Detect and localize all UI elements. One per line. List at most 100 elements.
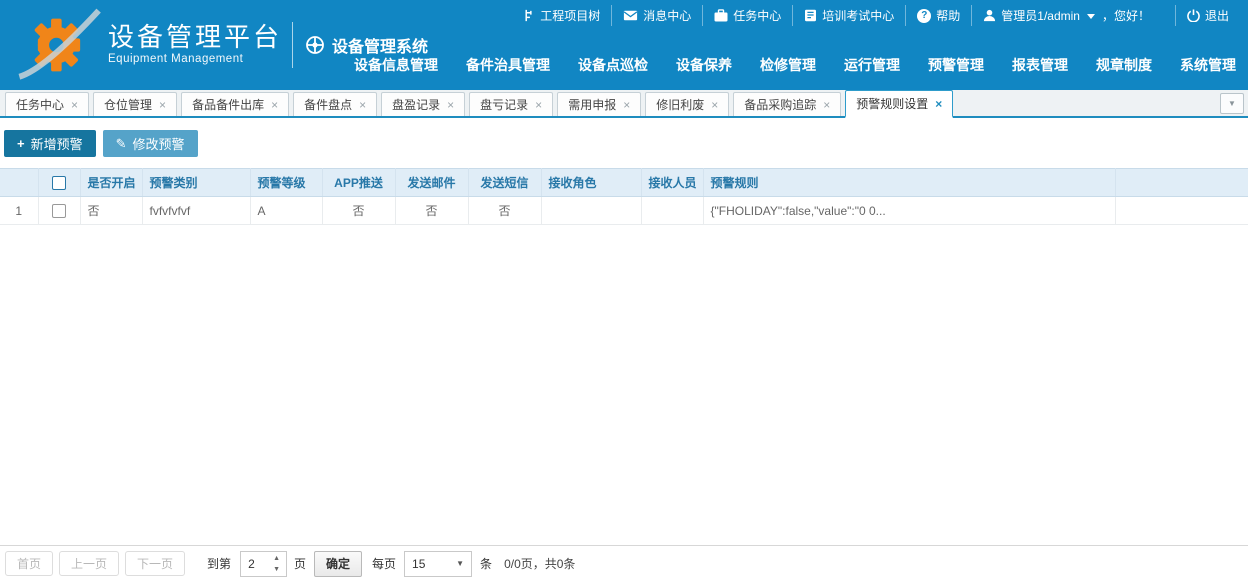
power-icon <box>1187 9 1200 22</box>
project-tree-link[interactable]: 工程项目树 <box>512 5 611 26</box>
table-row[interactable]: 1 否 fvfvfvfvf A 否 否 否 {"FHOLIDAY":false,… <box>0 197 1248 225</box>
next-page-button[interactable]: 下一页 <box>125 551 185 576</box>
pagination-bar: 首页 上一页 下一页 到第 ▲ ▼ 页 确定 每页 15 ▼ 条 0/0页，共0… <box>0 545 1248 581</box>
grid-header-row: 是否开启 预警类别 预警等级 APP推送 发送邮件 发送短信 接收角色 接收人员… <box>0 169 1248 197</box>
utility-bar: 工程项目树 消息中心 任务中心 <box>428 5 1240 26</box>
nav-regulations[interactable]: 规章制度 <box>1096 55 1152 75</box>
tab-overflow-button[interactable]: ▼ <box>1220 93 1244 114</box>
tab-close-icon[interactable]: × <box>711 99 718 111</box>
page-number-input[interactable] <box>241 552 267 576</box>
tab-label: 需用申报 <box>568 96 616 113</box>
tab-close-icon[interactable]: × <box>271 99 278 111</box>
tab-label: 备件盘点 <box>304 96 352 113</box>
tab-close-icon[interactable]: × <box>935 98 942 110</box>
plus-icon: + <box>17 136 25 151</box>
tab-label: 备品采购追踪 <box>744 96 816 113</box>
logo-text: 设备管理平台 Equipment Management <box>108 23 282 66</box>
select-all-checkbox[interactable] <box>52 176 66 190</box>
cell-recv-role <box>541 197 641 225</box>
warning-rules-grid: 是否开启 预警类别 预警等级 APP推送 发送邮件 发送短信 接收角色 接收人员… <box>0 168 1248 225</box>
pencil-icon: ✎ <box>116 136 127 152</box>
cell-category: fvfvfvfvf <box>142 197 250 225</box>
tab-demand-report[interactable]: 需用申报 × <box>557 92 641 116</box>
row-number: 1 <box>0 197 38 225</box>
select-caret-icon: ▼ <box>456 559 464 568</box>
book-icon <box>804 9 817 22</box>
tab-warning-rule-settings[interactable]: 预警规则设置 × <box>845 90 953 118</box>
tab-close-icon[interactable]: × <box>823 99 830 111</box>
col-recv-role: 接收角色 <box>541 169 641 197</box>
system-target-icon <box>305 35 325 55</box>
confirm-page-button[interactable]: 确定 <box>314 551 362 577</box>
task-center-link[interactable]: 任务中心 <box>702 5 792 26</box>
nav-reports[interactable]: 报表管理 <box>1012 55 1068 75</box>
col-category: 预警类别 <box>142 169 250 197</box>
toolbar: + 新增预警 ✎ 修改预警 <box>0 118 1248 168</box>
tab-surplus-record[interactable]: 盘盈记录 × <box>381 92 465 116</box>
col-app-push: APP推送 <box>322 169 395 197</box>
tab-task-center[interactable]: 任务中心 × <box>5 92 89 116</box>
tab-close-icon[interactable]: × <box>71 99 78 111</box>
nav-system[interactable]: 系统管理 <box>1180 55 1236 75</box>
add-warning-button[interactable]: + 新增预警 <box>4 130 96 157</box>
row-select-cell <box>38 197 80 225</box>
spinner-down-icon[interactable]: ▼ <box>273 566 280 573</box>
cell-filler <box>1115 197 1248 225</box>
col-recv-person: 接收人员 <box>641 169 703 197</box>
user-menu[interactable]: 管理员1/admin ，您好！ <box>971 5 1161 26</box>
tab-close-icon[interactable]: × <box>359 99 366 111</box>
tab-loss-record[interactable]: 盘亏记录 × <box>469 92 553 116</box>
nav-maintenance[interactable]: 设备保养 <box>676 55 732 75</box>
nav-repair[interactable]: 检修管理 <box>760 55 816 75</box>
help-link[interactable]: ? 帮助 <box>905 5 971 26</box>
logo-subtitle: Equipment Management <box>108 53 282 66</box>
first-page-button[interactable]: 首页 <box>5 551 53 576</box>
nav-equipment-info[interactable]: 设备信息管理 <box>354 55 438 75</box>
nav-spare-parts[interactable]: 备件治具管理 <box>466 55 550 75</box>
tab-bar: 任务中心 × 仓位管理 × 备品备件出库 × 备件盘点 × 盘盈记录 × 盘亏记… <box>0 90 1248 118</box>
cell-level: A <box>250 197 322 225</box>
tab-spare-outbound[interactable]: 备品备件出库 × <box>181 92 289 116</box>
cell-recv-person <box>641 197 703 225</box>
edit-warning-button[interactable]: ✎ 修改预警 <box>103 130 198 157</box>
page-size-select[interactable]: 15 ▼ <box>404 551 472 577</box>
user-caret-icon <box>1087 14 1095 19</box>
user-greeting: ，您好！ <box>1102 7 1150 24</box>
page-size-value: 15 <box>412 557 425 571</box>
tab-close-icon[interactable]: × <box>159 99 166 111</box>
gear-logo-icon <box>16 8 102 82</box>
tab-close-icon[interactable]: × <box>623 99 630 111</box>
tab-spare-count[interactable]: 备件盘点 × <box>293 92 377 116</box>
chevron-down-icon: ▼ <box>1228 99 1236 108</box>
cell-send-sms: 否 <box>468 197 541 225</box>
tab-label: 仓位管理 <box>104 96 152 113</box>
logo-divider <box>292 22 293 68</box>
task-center-label: 任务中心 <box>733 7 781 24</box>
logout-button[interactable]: 退出 <box>1175 5 1240 26</box>
tab-label: 备品备件出库 <box>192 96 264 113</box>
header-right: 工程项目树 消息中心 任务中心 <box>428 0 1248 90</box>
tab-close-icon[interactable]: × <box>535 99 542 111</box>
tab-warehouse-mgmt[interactable]: 仓位管理 × <box>93 92 177 116</box>
nav-warning[interactable]: 预警管理 <box>928 55 984 75</box>
nav-inspection[interactable]: 设备点巡检 <box>578 55 648 75</box>
per-page-suffix: 条 <box>480 555 492 572</box>
training-center-link[interactable]: 培训考试中心 <box>792 5 905 26</box>
app-window: 设备管理平台 Equipment Management 设备管理系统 <box>0 0 1248 581</box>
row-checkbox[interactable] <box>52 204 66 218</box>
spinner-up-icon[interactable]: ▲ <box>273 555 280 562</box>
tab-label: 预警规则设置 <box>856 95 928 112</box>
nav-operation[interactable]: 运行管理 <box>844 55 900 75</box>
page-summary: 0/0页，共0条 <box>504 555 575 572</box>
tab-close-icon[interactable]: × <box>447 99 454 111</box>
prev-page-button[interactable]: 上一页 <box>59 551 119 576</box>
message-center-label: 消息中心 <box>643 7 691 24</box>
cell-enabled: 否 <box>80 197 142 225</box>
tab-refurbish[interactable]: 修旧利废 × <box>645 92 729 116</box>
tab-purchase-tracking[interactable]: 备品采购追踪 × <box>733 92 841 116</box>
col-rule: 预警规则 <box>703 169 1115 197</box>
app-header: 设备管理平台 Equipment Management 设备管理系统 <box>0 0 1248 90</box>
row-number-header <box>0 169 38 197</box>
col-enabled: 是否开启 <box>80 169 142 197</box>
message-center-link[interactable]: 消息中心 <box>611 5 702 26</box>
